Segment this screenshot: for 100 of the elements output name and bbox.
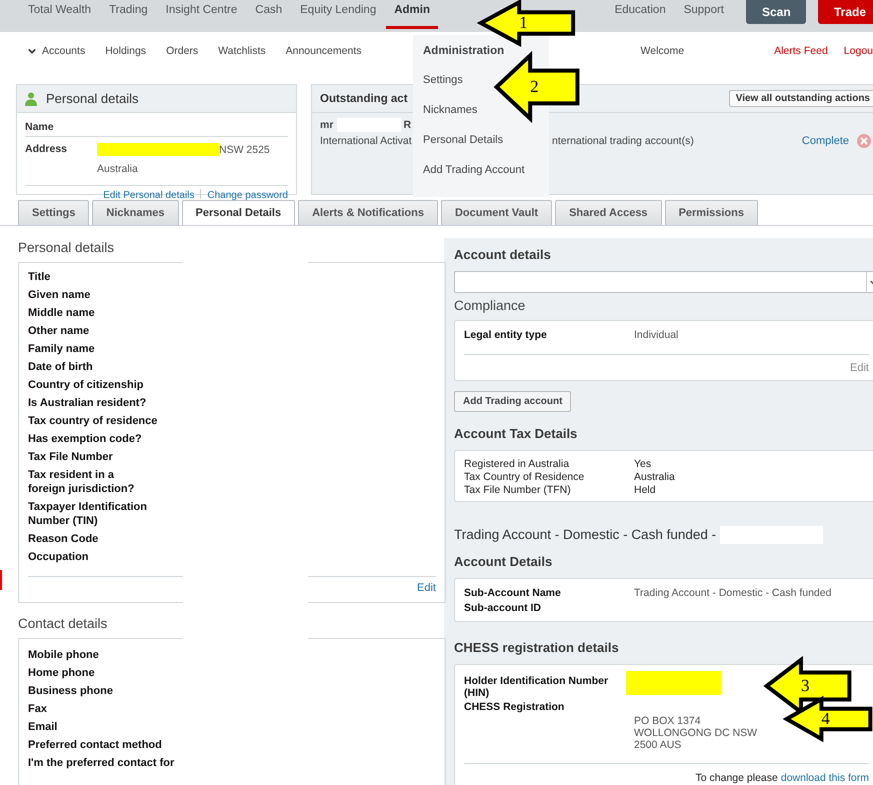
edit-link[interactable]: Edit [417, 582, 436, 594]
tab[interactable]: Document Vault [440, 200, 552, 225]
accounts-dropdown[interactable]: Accounts [28, 45, 86, 57]
field-value: Australia [634, 471, 675, 483]
field-label: Tax File Number (TFN) [464, 484, 572, 496]
field-value: 2500 AUS [634, 739, 682, 751]
field-label: Given name [28, 288, 92, 302]
field-label: Country of citizenship [28, 378, 144, 392]
section-heading: Account Tax Details [454, 426, 578, 441]
field-label: Date of birth [28, 360, 94, 374]
view-actions-button[interactable]: View all outstanding actions [728, 90, 873, 107]
nav-tab[interactable]: Cash [247, 0, 290, 29]
field-label: CHESS Registration [464, 701, 566, 715]
link[interactable]: Edit Personal details [103, 190, 194, 201]
nav-tab[interactable]: Total Wealth [20, 0, 100, 29]
field-label: Registered in Australia [464, 458, 570, 470]
link[interactable]: Change password [207, 190, 288, 201]
account-select[interactable] [454, 271, 873, 293]
chevron-down-icon [28, 48, 36, 54]
field-label: Tax Country of Residence [464, 471, 586, 483]
field-label: Reason Code [28, 532, 100, 546]
field-value: NSW 2525 [219, 144, 270, 156]
field-label: Fax [28, 702, 48, 716]
field-label: Family name [28, 342, 96, 356]
nav-link[interactable]: Alerts Feed [774, 45, 828, 57]
field-label: Holder Identification Number (HIN) [464, 675, 610, 699]
menu-item[interactable]: Personal Details [423, 134, 504, 146]
tab[interactable]: Settings [18, 200, 90, 225]
welcome-text: Welcome [640, 45, 684, 57]
field-label: Occupation [28, 550, 90, 564]
field-label: Home phone [28, 666, 96, 680]
field-label: Legal entity type [464, 329, 548, 341]
callout-number: 1 [519, 13, 528, 33]
tab[interactable]: Personal Details [182, 200, 296, 225]
person-icon [25, 92, 37, 106]
field-value: PO BOX 1374 [634, 715, 702, 727]
field-label: Has exemption code? [28, 432, 143, 446]
download-link[interactable]: download this form [780, 772, 869, 784]
field-label: Other name [28, 324, 90, 338]
field-value: Held [634, 484, 656, 496]
field-label: Middle name [28, 306, 96, 320]
nav-link[interactable]: Support [676, 0, 732, 29]
field-label: Sub-account ID [464, 602, 542, 614]
tab[interactable]: Nicknames [92, 200, 178, 225]
field-value: Individual [634, 329, 678, 341]
nav-link[interactable]: Orders [166, 45, 198, 57]
nav-link[interactable]: Logou [844, 45, 873, 57]
edit-link[interactable]: Edit [850, 362, 869, 374]
field-value: WOLLONGONG DC NSW [634, 727, 758, 739]
callout-number: 3 [800, 676, 810, 696]
nav-link[interactable]: Holdings [105, 45, 146, 57]
menu-item[interactable]: Add Trading Account [423, 164, 525, 176]
add-account-button[interactable]: Add Trading account [454, 391, 572, 412]
menu-item[interactable]: Settings [423, 74, 463, 86]
section-heading: Contact details [18, 616, 108, 631]
menu-heading: Administration [423, 45, 504, 57]
field-label: Title [28, 270, 52, 284]
nav-tab[interactable]: Equity Lending [292, 0, 384, 29]
section-heading: Compliance [454, 298, 526, 313]
field-label: Email [28, 720, 58, 734]
tab[interactable]: Permissions [664, 200, 758, 225]
nav-link[interactable]: Education [606, 0, 674, 29]
menu-item[interactable]: Nicknames [423, 104, 478, 116]
field-label: Sub-Account Name [464, 587, 562, 599]
field-label: Is Australian resident? [28, 396, 148, 410]
callout-number: 2 [530, 77, 539, 97]
field-label: Taxpayer Identification Number (TIN) [28, 500, 148, 528]
field-label: Name [25, 121, 55, 133]
scan-button[interactable]: Scan [746, 0, 806, 24]
close-icon[interactable] [857, 134, 871, 148]
nav-link[interactable]: Announcements [286, 45, 362, 57]
callout-number: 4 [821, 709, 830, 729]
field-value: Yes [634, 458, 652, 470]
card-title: Personal details [46, 91, 138, 106]
note-text: To change please [696, 772, 778, 784]
nav-tab[interactable]: Trading [101, 0, 156, 29]
action-description: nternational trading account(s) [552, 135, 694, 147]
field-label: Tax File Number [28, 450, 114, 464]
field-label: Tax country of residence [28, 414, 158, 428]
section-heading: CHESS registration details [454, 640, 620, 655]
field-value: Australia [97, 163, 138, 175]
field-label: Business phone [28, 684, 114, 698]
trade-button[interactable]: Trade [818, 0, 873, 24]
tab[interactable]: Shared Access [555, 200, 662, 225]
nav-link[interactable]: Watchlists [218, 45, 266, 57]
action-type: International Activat [320, 135, 412, 147]
tab[interactable]: Alerts & Notifications [298, 200, 438, 225]
action-name: R [403, 119, 412, 131]
field-label: Mobile phone [28, 648, 100, 662]
field-label: Preferred contact method [28, 738, 163, 752]
section-heading: Account details [454, 247, 552, 262]
field-label: Tax resident in a foreign jurisdiction? [28, 468, 136, 496]
nav-tab[interactable]: Admin [386, 0, 438, 29]
card-title: Outstanding act [320, 92, 408, 104]
section-heading: Trading Account - Domestic - Cash funded - [454, 527, 716, 542]
nav-tab[interactable]: Insight Centre [158, 0, 246, 29]
action-name: mr [320, 119, 334, 131]
section-heading: Account Details [454, 554, 554, 569]
complete-link[interactable]: Complete [802, 135, 849, 147]
section-heading: Personal details [18, 240, 116, 255]
